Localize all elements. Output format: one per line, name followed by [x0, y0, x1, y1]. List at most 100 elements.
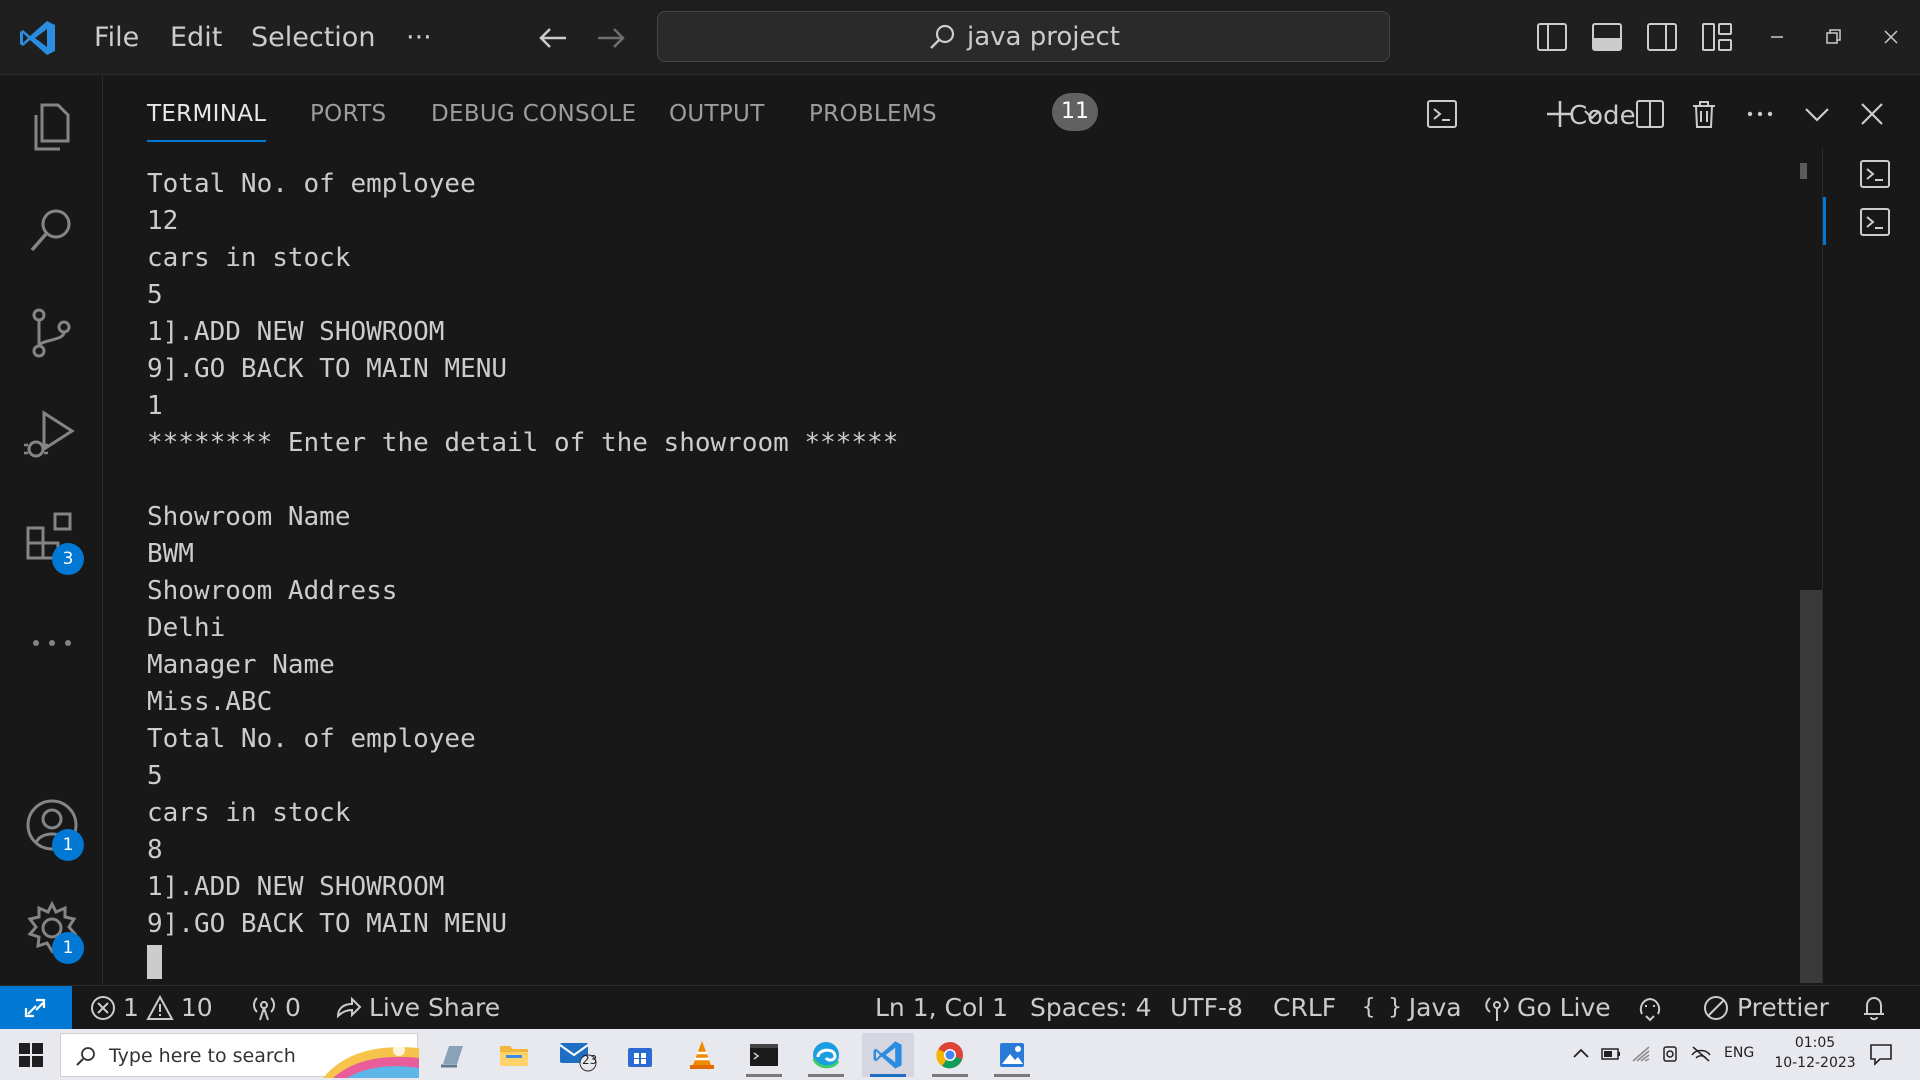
app-running-indicator: [808, 1074, 844, 1077]
close-window-icon[interactable]: [1878, 24, 1904, 50]
taskbar-app-chrome[interactable]: [924, 1033, 976, 1077]
network-disconnected-icon[interactable]: [1690, 1043, 1712, 1065]
run-debug-icon[interactable]: [22, 405, 82, 465]
go-live-button[interactable]: Go Live: [1484, 993, 1611, 1023]
command-center[interactable]: java project: [657, 11, 1390, 62]
warning-count: 10: [180, 993, 213, 1022]
activity-bar: 3 1 1: [0, 75, 103, 985]
terminal-scrollbar-thumb[interactable]: [1800, 590, 1822, 983]
forward-arrow-icon[interactable]: [592, 22, 628, 54]
toggle-panel-icon[interactable]: [1590, 20, 1624, 54]
chevron-down-icon[interactable]: [1581, 97, 1603, 131]
chrome-browser-icon: [936, 1042, 963, 1069]
windows-start-icon[interactable]: [18, 1042, 44, 1068]
active-tab-indicator: [147, 140, 266, 142]
system-clock[interactable]: 01:05 10-12-2023: [1770, 1033, 1860, 1073]
more-actions-icon[interactable]: [1743, 97, 1777, 131]
restore-icon[interactable]: [1820, 24, 1846, 50]
taskbar-app-terminal[interactable]: [738, 1033, 790, 1077]
command-prompt-icon: [750, 1044, 778, 1066]
tab-ports[interactable]: PORTS: [310, 101, 386, 127]
terminal-instance-icon[interactable]: [1858, 157, 1892, 191]
menu-file[interactable]: File: [94, 20, 139, 56]
terminal-line: Showroom Name: [147, 502, 351, 532]
feedback-icon[interactable]: [1636, 994, 1664, 1022]
close-panel-icon[interactable]: [1855, 97, 1889, 131]
battery-icon[interactable]: [1600, 1043, 1622, 1065]
search-icon: [76, 1047, 95, 1066]
terminal-instance-icon[interactable]: [1858, 205, 1892, 239]
vlc-cone-icon: [690, 1041, 714, 1069]
terminal-profile-icon[interactable]: [1425, 97, 1459, 131]
terminal-line: Manager Name: [147, 650, 335, 680]
prettier-status[interactable]: Prettier: [1702, 993, 1829, 1023]
problems-status[interactable]: 1 10: [90, 993, 213, 1023]
terminal-line: Delhi: [147, 613, 226, 643]
indentation-status[interactable]: Spaces: 4: [1030, 993, 1151, 1023]
command-center-text: java project: [967, 21, 1120, 52]
terminal-line: Miss.ABC: [147, 687, 273, 717]
notes-app-icon: [441, 1046, 463, 1068]
tab-debug-console[interactable]: DEBUG CONSOLE: [431, 101, 636, 127]
trash-icon[interactable]: [1687, 97, 1721, 131]
manage-badge: 1: [52, 932, 84, 964]
wifi-icon[interactable]: [1630, 1043, 1652, 1065]
taskbar-search-box[interactable]: Type here to search: [60, 1033, 419, 1078]
taskbar-app-edge[interactable]: [800, 1033, 852, 1077]
explorer-icon[interactable]: [22, 97, 82, 157]
cursor-position[interactable]: Ln 1, Col 1: [875, 993, 1008, 1023]
terminal-line: Total No. of employee: [147, 169, 476, 199]
search-icon[interactable]: [22, 200, 82, 260]
photos-icon: [1000, 1043, 1024, 1067]
tab-terminal[interactable]: TERMINAL: [147, 101, 266, 127]
status-bar: 1 10 0 Live Share Ln 1, Col 1 Spaces: 4 …: [0, 985, 1920, 1030]
customize-layout-icon[interactable]: [1700, 20, 1734, 54]
tab-output[interactable]: OUTPUT: [669, 101, 765, 127]
terminal-line: 1].ADD NEW SHOWROOM: [147, 317, 445, 347]
maximize-panel-chevron-icon[interactable]: [1800, 97, 1834, 131]
ports-status[interactable]: 0: [250, 993, 301, 1023]
split-terminal-icon[interactable]: [1633, 97, 1667, 131]
tray-chevron-up-icon[interactable]: [1570, 1043, 1592, 1065]
taskbar-app-vlc[interactable]: [676, 1033, 728, 1077]
menu-more[interactable]: ···: [406, 20, 432, 56]
language-mode[interactable]: { } Java: [1362, 993, 1462, 1023]
terminal-line: 1: [147, 391, 163, 421]
minimize-icon[interactable]: [1764, 24, 1790, 50]
encoding-status[interactable]: UTF-8: [1170, 993, 1243, 1023]
remote-indicator-button[interactable]: [0, 986, 72, 1030]
folder-icon: [500, 1046, 528, 1066]
terminal-view[interactable]: Total No. of employee 12 cars in stock 5…: [103, 147, 1820, 985]
menu-edit[interactable]: Edit: [170, 20, 222, 56]
taskbar-app-photos[interactable]: [986, 1033, 1038, 1077]
back-arrow-icon[interactable]: [536, 22, 572, 54]
eol-status[interactable]: CRLF: [1273, 993, 1336, 1023]
vscode-logo-icon[interactable]: [18, 18, 58, 58]
tab-problems[interactable]: PROBLEMS: [809, 101, 937, 127]
taskbar-app-notes[interactable]: [426, 1033, 478, 1077]
taskbar-app-mail[interactable]: 23: [552, 1033, 604, 1077]
input-language-indicator[interactable]: ENG: [1724, 1045, 1754, 1061]
new-terminal-plus-icon[interactable]: [1543, 97, 1577, 131]
source-control-icon[interactable]: [22, 303, 82, 363]
terminal-line: 8: [147, 835, 163, 865]
prettier-icon: [1704, 996, 1728, 1020]
taskbar-app-store[interactable]: [614, 1033, 666, 1077]
meet-now-icon[interactable]: [1660, 1043, 1682, 1065]
taskbar-app-file-explorer[interactable]: [488, 1033, 540, 1077]
menu-selection[interactable]: Selection: [251, 20, 375, 56]
toggle-primary-sidebar-icon[interactable]: [1535, 20, 1569, 54]
go-live-label: Go Live: [1517, 993, 1611, 1022]
notifications-center-icon[interactable]: [1868, 1041, 1894, 1067]
app-active-indicator: [870, 1074, 906, 1077]
notifications-bell-icon[interactable]: [1860, 994, 1888, 1022]
problems-count-badge: 11: [1052, 93, 1098, 131]
live-share-button[interactable]: Live Share: [334, 993, 500, 1023]
terminal-prompt-line[interactable]: [147, 943, 898, 980]
taskbar-app-vscode[interactable]: [862, 1033, 914, 1077]
extensions-badge: 3: [52, 543, 84, 575]
terminal-line: Showroom Address: [147, 576, 398, 606]
more-views-icon[interactable]: [22, 613, 82, 673]
toggle-secondary-sidebar-icon[interactable]: [1645, 20, 1679, 54]
accounts-badge: 1: [52, 829, 84, 861]
